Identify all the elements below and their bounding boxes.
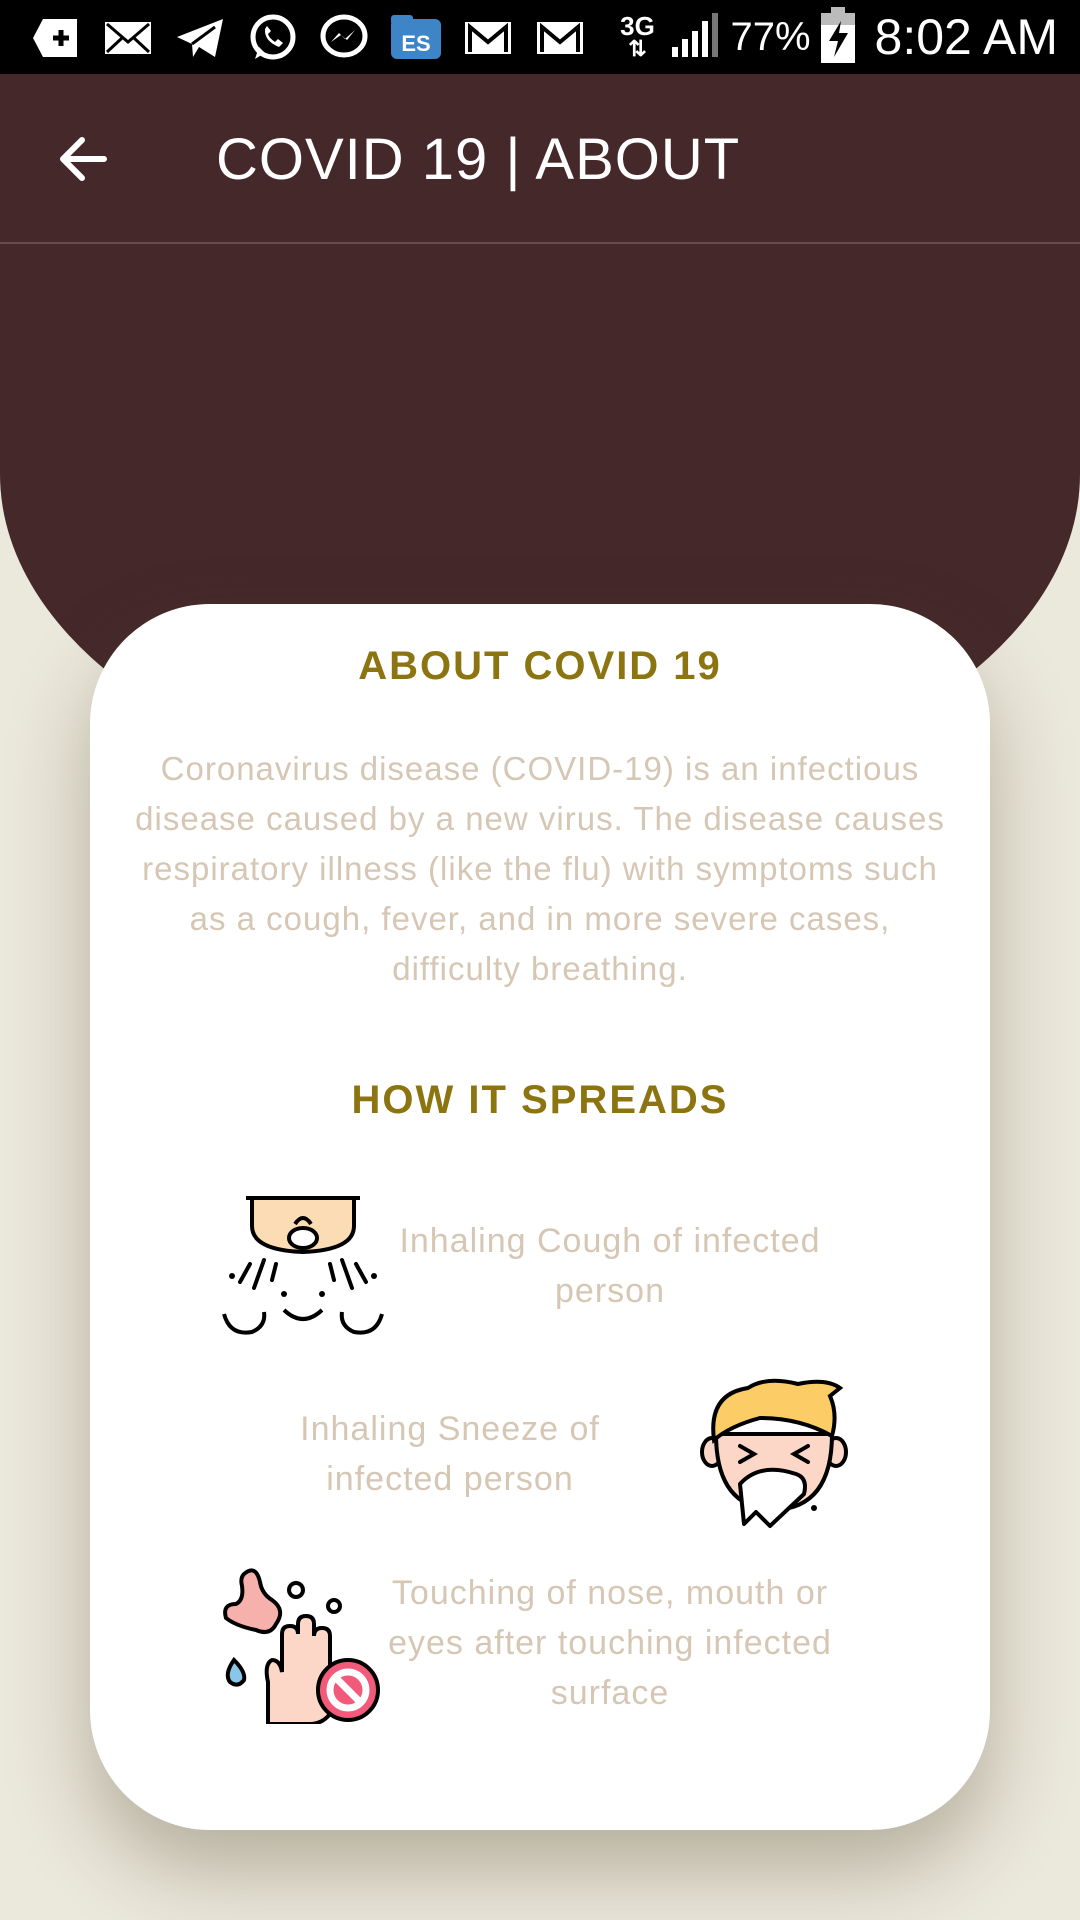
battery-percent: 77% [730,14,811,59]
page-title: COVID 19 | ABOUT [216,127,741,192]
mail-icon [100,12,156,64]
add-icon [28,12,84,64]
spread-item-text: Inhaling Sneeze of infected person [300,1410,600,1498]
telegram-icon [172,12,228,64]
battery-charging-icon [820,6,855,68]
data-arrows-icon: ⇅ [628,36,647,61]
about-text: Coronavirus disease (COVID-19) is an inf… [135,750,945,987]
cough-icon [220,1194,386,1349]
signal-icon [670,11,720,64]
spread-heading: HOW IT SPREADS [351,1078,729,1122]
gmail-icon [460,12,516,64]
app-bar: COVID 19 | ABOUT [0,74,1080,244]
clock: 8:02 AM [874,9,1058,65]
gmail-icon [532,12,588,64]
file-explorer-icon: ES [388,12,444,64]
svg-text:ES: ES [401,31,430,56]
spread-item-text: Inhaling Cough of infected person [399,1222,821,1310]
sneeze-icon [700,1374,850,1539]
back-button[interactable] [48,124,118,194]
network-type-label: 3G [620,11,655,41]
whatsapp-icon [244,12,300,64]
messenger-icon [316,12,372,64]
about-heading: ABOUT COVID 19 [358,644,722,688]
network-indicator: 3G ⇅ [614,11,660,61]
no-touch-icon [220,1564,386,1729]
arrow-left-icon [60,137,107,181]
info-card: ABOUT COVID 19 Coronavirus disease (COVI… [90,604,990,1830]
notification-icons: ES [28,10,588,66]
status-bar: ES 3G ⇅ 77% 8:02 AM [0,0,1080,74]
spread-item-text: Touching of nose, mouth or eyes after to… [388,1574,832,1712]
